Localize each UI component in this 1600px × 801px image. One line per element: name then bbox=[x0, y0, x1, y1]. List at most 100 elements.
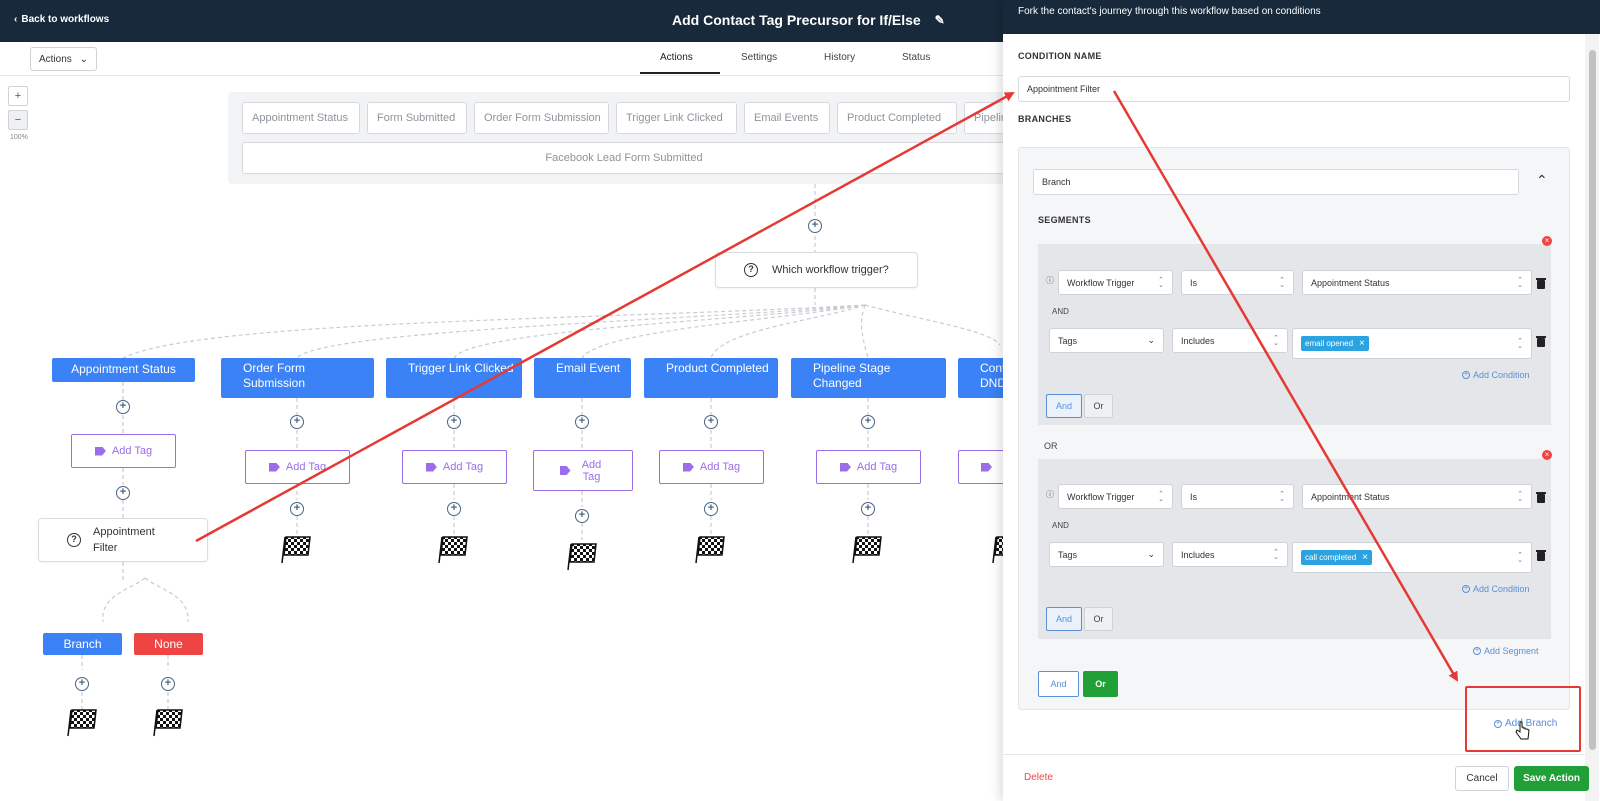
trash-icon[interactable] bbox=[1536, 550, 1546, 561]
add-action-plus-icon[interactable]: + bbox=[290, 502, 304, 516]
segment-or-toggle[interactable]: Or bbox=[1084, 607, 1113, 631]
condition-tags-select[interactable]: email opened × ⌃ ⌄ bbox=[1292, 328, 1532, 359]
add-segment-label: Add Segment bbox=[1484, 646, 1539, 656]
add-tag-node[interactable]: Add Tag bbox=[245, 450, 350, 484]
add-action-plus-icon[interactable]: + bbox=[447, 415, 461, 429]
add-action-plus-icon[interactable]: + bbox=[861, 415, 875, 429]
segment-operator-select[interactable]: Is ⌃ ⌄ bbox=[1181, 270, 1294, 295]
segment-field-value: Workflow Trigger bbox=[1067, 491, 1135, 502]
condition-operator-select[interactable]: Includes ⌃ ⌄ bbox=[1172, 328, 1288, 353]
segment-value-text: Appointment Status bbox=[1311, 277, 1390, 288]
add-tag-node[interactable]: Add Tag bbox=[659, 450, 764, 484]
condition-field-select[interactable]: Tags ⌄ bbox=[1049, 542, 1164, 567]
updown-icon: ⌃ ⌄ bbox=[1279, 490, 1285, 503]
tag-icon bbox=[682, 462, 694, 472]
segments-label: SEGMENTS bbox=[1038, 215, 1091, 225]
tab-actions[interactable]: Actions bbox=[660, 52, 693, 63]
branch-and-toggle[interactable]: And bbox=[1038, 671, 1079, 697]
zoom-in-button[interactable]: + bbox=[8, 86, 28, 106]
tab-history[interactable]: History bbox=[824, 52, 855, 63]
segment-value-select[interactable]: Appointment Status ⌃ ⌄ bbox=[1302, 484, 1532, 509]
branch-node-pipeline-stage[interactable]: Pipeline Stage Changed bbox=[791, 358, 946, 398]
trigger-chip[interactable]: Email Events bbox=[744, 102, 830, 134]
close-icon[interactable]: × bbox=[1362, 552, 1368, 563]
add-tag-node[interactable]: Add Tag bbox=[816, 450, 921, 484]
add-action-plus-icon[interactable]: + bbox=[161, 677, 175, 691]
segment-and-toggle[interactable]: And bbox=[1046, 394, 1082, 418]
condition-field-select[interactable]: Tags ⌄ bbox=[1049, 328, 1164, 353]
segment-value-select[interactable]: Appointment Status ⌃ ⌄ bbox=[1302, 270, 1532, 295]
segment-field-select[interactable]: Workflow Trigger ⌃ ⌄ bbox=[1058, 270, 1173, 295]
add-action-plus-icon[interactable]: + bbox=[704, 415, 718, 429]
segment-operator-value: Is bbox=[1190, 277, 1198, 288]
save-action-button[interactable]: Save Action bbox=[1514, 766, 1589, 791]
branch-node-contact-dnd[interactable]: Cont DND bbox=[958, 358, 1008, 398]
add-action-plus-icon[interactable]: + bbox=[116, 486, 130, 500]
branch-name-input[interactable]: Branch bbox=[1033, 169, 1519, 195]
trigger-chip[interactable]: Form Submitted bbox=[367, 102, 467, 134]
trigger-chip[interactable]: Appointment Status bbox=[242, 102, 360, 134]
updown-icon: ⌃ ⌄ bbox=[1517, 551, 1523, 564]
branch-or-toggle[interactable]: Or bbox=[1083, 671, 1118, 697]
cancel-button[interactable]: Cancel bbox=[1455, 766, 1509, 791]
add-action-plus-icon[interactable]: + bbox=[704, 502, 718, 516]
remove-segment-icon[interactable]: × bbox=[1542, 236, 1552, 246]
branch-node-appointment-status[interactable]: Appointment Status bbox=[52, 358, 195, 382]
delete-action-link[interactable]: Delete bbox=[1024, 772, 1053, 783]
add-condition-link[interactable]: + Add Condition bbox=[1462, 370, 1530, 380]
branch-node-trigger-link[interactable]: Trigger Link Clicked bbox=[386, 358, 522, 398]
segment-and-toggle[interactable]: And bbox=[1046, 607, 1082, 631]
panel-scrollbar-thumb[interactable] bbox=[1589, 50, 1596, 750]
trigger-chip[interactable]: Order Form Submission bbox=[474, 102, 609, 134]
actions-dropdown[interactable]: Actions ⌄ bbox=[30, 47, 97, 71]
trigger-chip[interactable]: Pipeline bbox=[964, 102, 1008, 134]
back-to-workflows-link[interactable]: ‹ Back to workflows bbox=[14, 14, 109, 25]
trigger-chip[interactable]: Product Completed bbox=[837, 102, 957, 134]
tab-status[interactable]: Status bbox=[902, 52, 930, 63]
annotation-highlight-box bbox=[1465, 686, 1581, 752]
add-action-plus-icon[interactable]: + bbox=[447, 502, 461, 516]
add-action-plus-icon[interactable]: + bbox=[290, 415, 304, 429]
add-action-plus-icon[interactable]: + bbox=[808, 219, 822, 233]
which-trigger-node[interactable]: ? Which workflow trigger? bbox=[715, 252, 918, 288]
add-action-plus-icon[interactable]: + bbox=[575, 509, 589, 523]
segment-or-toggle[interactable]: Or bbox=[1084, 394, 1113, 418]
trigger-chip[interactable]: Trigger Link Clicked bbox=[616, 102, 737, 134]
add-action-plus-icon[interactable]: + bbox=[75, 677, 89, 691]
branch-path-button[interactable]: Branch bbox=[43, 633, 122, 655]
close-icon[interactable]: × bbox=[1359, 338, 1365, 349]
none-path-button[interactable]: None bbox=[134, 633, 203, 655]
remove-segment-icon[interactable]: × bbox=[1542, 450, 1552, 460]
condition-tags-select[interactable]: call completed × ⌃ ⌄ bbox=[1292, 542, 1532, 573]
segment-operator-select[interactable]: Is ⌃ ⌄ bbox=[1181, 484, 1294, 509]
add-tag-node[interactable]: Add Tag bbox=[402, 450, 507, 484]
add-tag-node[interactable] bbox=[958, 450, 1008, 484]
add-action-plus-icon[interactable]: + bbox=[575, 415, 589, 429]
chevron-up-icon[interactable]: ⌃ bbox=[1536, 172, 1548, 189]
add-action-plus-icon[interactable]: + bbox=[861, 502, 875, 516]
tag-chip: call completed × bbox=[1301, 550, 1372, 565]
tag-icon bbox=[839, 462, 851, 472]
trigger-chip-wide[interactable]: Facebook Lead Form Submitted bbox=[242, 142, 1006, 174]
zoom-out-button[interactable]: − bbox=[8, 110, 28, 130]
add-tag-node[interactable]: Add Tag bbox=[533, 450, 633, 491]
trash-icon[interactable] bbox=[1536, 278, 1546, 289]
add-action-plus-icon[interactable]: + bbox=[116, 400, 130, 414]
condition-operator-select[interactable]: Includes ⌃ ⌄ bbox=[1172, 542, 1288, 567]
add-condition-link[interactable]: + Add Condition bbox=[1462, 584, 1530, 594]
branch-node-email-event[interactable]: Email Event bbox=[534, 358, 631, 398]
plus-circle-icon: + bbox=[1473, 647, 1481, 655]
appointment-filter-node[interactable]: ? Appointment Filter bbox=[38, 518, 208, 562]
add-tag-node[interactable]: Add Tag bbox=[71, 434, 176, 468]
segment-field-select[interactable]: Workflow Trigger ⌃ ⌄ bbox=[1058, 484, 1173, 509]
trash-icon[interactable] bbox=[1536, 492, 1546, 503]
tab-settings[interactable]: Settings bbox=[741, 52, 777, 63]
branch-node-order-form[interactable]: Order Form Submission bbox=[221, 358, 374, 398]
panel-description: Fork the contact's journey through this … bbox=[1003, 0, 1600, 34]
trash-icon[interactable] bbox=[1536, 336, 1546, 347]
add-segment-link[interactable]: + Add Segment bbox=[1473, 646, 1539, 656]
branch-node-product-completed[interactable]: Product Completed bbox=[644, 358, 778, 398]
condition-operator-value: Includes bbox=[1181, 335, 1215, 346]
edit-pencil-icon[interactable]: ✎ bbox=[935, 13, 945, 27]
condition-name-input[interactable]: Appointment Filter bbox=[1018, 76, 1570, 102]
